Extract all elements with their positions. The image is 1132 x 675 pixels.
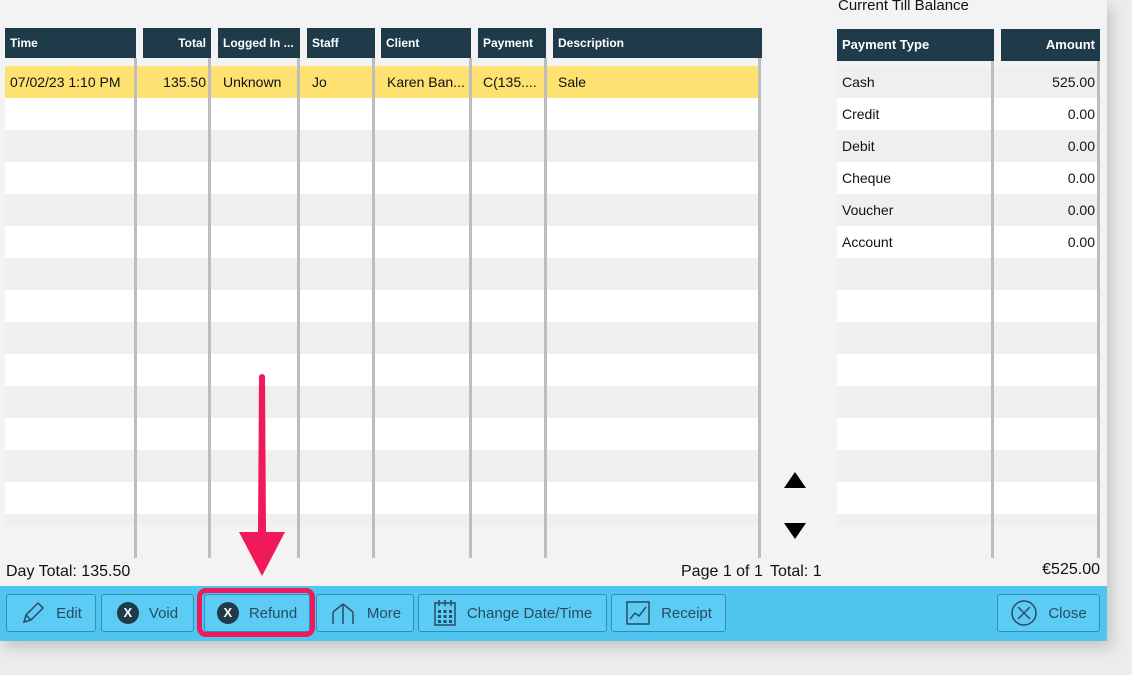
close-icon	[1010, 599, 1038, 627]
transactions-table: 07/02/23 1:10 PM 135.50 Unknown Jo Karen…	[5, 66, 760, 526]
column-header-staff[interactable]: Staff	[307, 28, 375, 58]
transactions-window: Time Total Logged In ... Staff Client Pa…	[0, 0, 1107, 641]
void-button-label: Void	[148, 604, 179, 622]
payment-type-label: Cash	[842, 74, 875, 90]
column-divider	[134, 58, 137, 558]
table-row[interactable]	[5, 290, 760, 322]
column-header-time[interactable]: Time	[5, 28, 136, 58]
list-item	[837, 258, 1100, 290]
till-total: €525.00	[1042, 561, 1100, 578]
list-item: Credit 0.00	[837, 98, 1100, 130]
cell-staff: Jo	[312, 74, 327, 90]
column-divider	[758, 58, 761, 558]
calendar-icon	[433, 599, 457, 627]
column-divider	[372, 58, 375, 558]
table-row[interactable]	[5, 258, 760, 290]
action-toolbar: Edit X Void X Refund More Change Date/Ti…	[0, 586, 1107, 641]
more-button-label: More	[366, 604, 402, 622]
list-item: Debit 0.00	[837, 130, 1100, 162]
payment-amount: 0.00	[1067, 234, 1095, 250]
list-item	[837, 322, 1100, 354]
table-row[interactable]	[5, 194, 760, 226]
payment-amount: 0.00	[1067, 170, 1095, 186]
void-button[interactable]: X Void	[101, 594, 194, 632]
table-row[interactable]	[5, 418, 760, 450]
payment-amount: 525.00	[1052, 74, 1095, 90]
refund-highlight-frame	[197, 588, 315, 637]
column-header-payment[interactable]: Payment	[478, 28, 546, 58]
table-row[interactable]	[5, 226, 760, 258]
cell-client: Karen Ban...	[387, 74, 465, 90]
payment-type-label: Voucher	[842, 202, 894, 218]
till-balance-table: Cash 525.00 Credit 0.00 Debit 0.00 Chequ…	[837, 66, 1100, 526]
column-divider	[544, 58, 547, 558]
table-row[interactable]: 07/02/23 1:10 PM 135.50 Unknown Jo Karen…	[5, 66, 760, 98]
payment-type-label: Account	[842, 234, 893, 250]
column-header-total[interactable]: Total	[143, 28, 211, 58]
scroll-down-icon[interactable]	[783, 521, 807, 541]
list-item	[837, 482, 1100, 514]
page-indicator: Page 1 of 1	[681, 563, 763, 580]
table-row[interactable]	[5, 450, 760, 482]
change-datetime-button-label: Change Date/Time	[466, 604, 593, 622]
payment-amount: 0.00	[1067, 202, 1095, 218]
change-datetime-button[interactable]: Change Date/Time	[418, 594, 607, 632]
table-row[interactable]	[5, 514, 760, 526]
payment-amount: 0.00	[1067, 106, 1095, 122]
list-item	[837, 386, 1100, 418]
table-row[interactable]	[5, 482, 760, 514]
pencil-icon	[20, 600, 46, 626]
cell-total: 135.50	[163, 74, 206, 90]
table-row[interactable]	[5, 354, 760, 386]
table-row[interactable]	[5, 98, 760, 130]
list-item	[837, 354, 1100, 386]
payment-amount: 0.00	[1067, 138, 1095, 154]
column-divider	[991, 61, 994, 558]
list-item: Cash 525.00	[837, 66, 1100, 98]
table-row[interactable]	[5, 162, 760, 194]
receipt-button[interactable]: Receipt	[611, 594, 726, 632]
edit-button-label: Edit	[56, 604, 82, 622]
column-divider	[297, 58, 300, 558]
column-header-logged-in[interactable]: Logged In ...	[218, 28, 300, 58]
table-row[interactable]	[5, 130, 760, 162]
cell-payment: C(135....	[483, 74, 537, 90]
till-balance-title: Current Till Balance	[838, 0, 969, 14]
close-button[interactable]: Close	[997, 594, 1100, 632]
total-count: Total: 1	[770, 563, 822, 580]
x-circle-icon: X	[116, 602, 139, 624]
branch-arrow-icon	[329, 600, 357, 626]
payment-type-label: Debit	[842, 138, 875, 154]
chart-line-icon	[625, 600, 651, 626]
more-button[interactable]: More	[316, 594, 414, 632]
annotation-arrow-icon	[236, 372, 288, 578]
payment-type-label: Cheque	[842, 170, 892, 186]
list-item: Account 0.00	[837, 226, 1100, 258]
column-header-payment-type[interactable]: Payment Type	[837, 29, 994, 61]
list-item	[837, 450, 1100, 482]
cell-time: 07/02/23 1:10 PM	[10, 74, 121, 90]
payment-type-label: Credit	[842, 106, 880, 122]
list-item	[837, 514, 1100, 526]
cell-description: Sale	[558, 74, 587, 90]
receipt-button-label: Receipt	[661, 604, 712, 622]
column-header-description[interactable]: Description	[553, 28, 762, 58]
edit-button[interactable]: Edit	[6, 594, 96, 632]
cell-logged-in: Unknown	[223, 74, 282, 90]
list-item	[837, 290, 1100, 322]
column-divider	[469, 58, 472, 558]
day-total: Day Total: 135.50	[6, 563, 131, 580]
close-button-label: Close	[1048, 604, 1087, 622]
table-row[interactable]	[5, 386, 760, 418]
scroll-up-icon[interactable]	[783, 470, 807, 490]
list-item	[837, 418, 1100, 450]
list-item: Voucher 0.00	[837, 194, 1100, 226]
list-item: Cheque 0.00	[837, 162, 1100, 194]
column-header-amount[interactable]: Amount	[1001, 29, 1100, 61]
column-divider	[208, 58, 211, 558]
column-header-client[interactable]: Client	[381, 28, 471, 58]
table-row[interactable]	[5, 322, 760, 354]
column-divider	[1097, 61, 1100, 558]
